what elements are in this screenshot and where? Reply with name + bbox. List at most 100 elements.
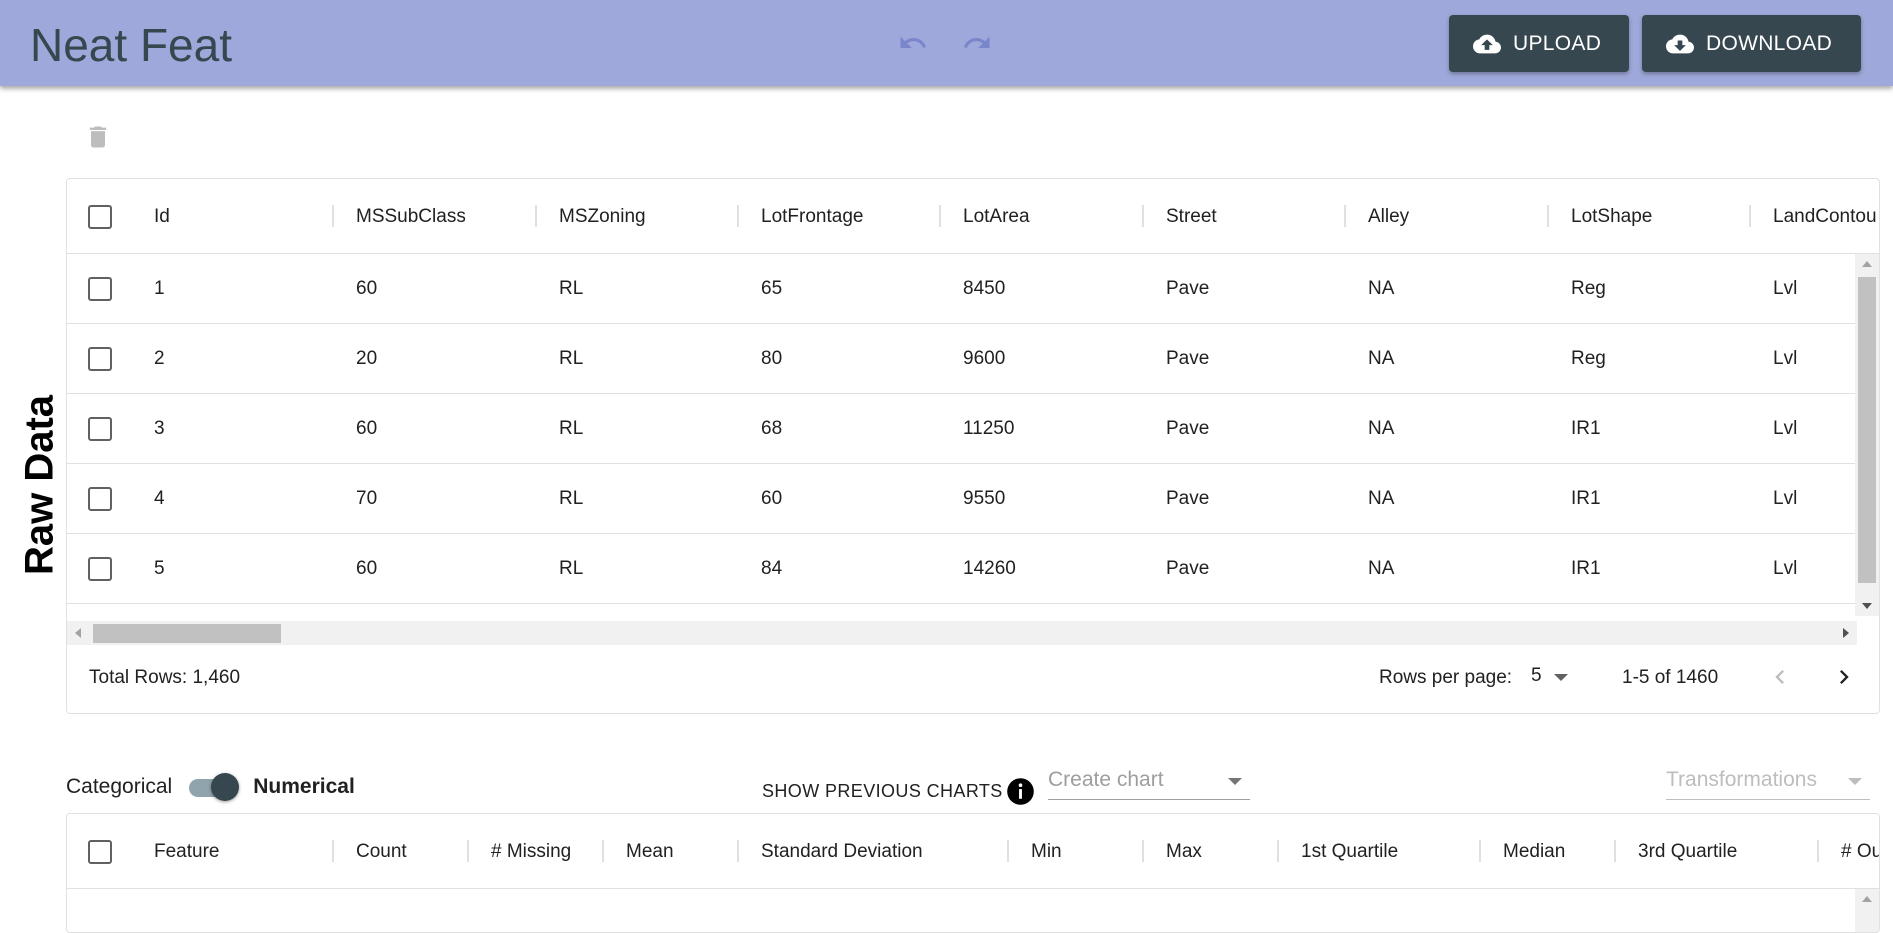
column-separator[interactable]: [1142, 840, 1144, 862]
undo-icon[interactable]: [896, 28, 930, 58]
horizontal-scrollbar[interactable]: [67, 621, 1857, 645]
column-header-alley[interactable]: Alley: [1368, 179, 1409, 254]
column-header-feature[interactable]: Feature: [154, 814, 219, 889]
column-separator[interactable]: [737, 840, 739, 862]
scroll-right-arrow-icon[interactable]: [1843, 628, 1849, 638]
column-separator[interactable]: [332, 840, 334, 862]
cell-mssubclass: 60: [356, 418, 378, 439]
column-header-1st-quartile[interactable]: 1st Quartile: [1301, 814, 1398, 889]
column-header-outliers[interactable]: # Ou: [1841, 814, 1879, 889]
cell-mszoning: RL: [559, 418, 584, 439]
app-title: Neat Feat: [30, 19, 232, 71]
total-rows: Total Rows: 1,460: [89, 667, 241, 688]
column-separator[interactable]: [1007, 840, 1009, 862]
cell-landcontour: Lvl: [1773, 348, 1798, 369]
feature-type-switch[interactable]: [187, 773, 241, 801]
select-all-checkbox[interactable]: [88, 205, 112, 229]
redo-icon[interactable]: [960, 28, 994, 58]
cell-lotshape: IR1: [1571, 488, 1601, 509]
row-checkbox[interactable]: [88, 277, 112, 301]
column-header-max[interactable]: Max: [1166, 814, 1202, 889]
column-separator[interactable]: [467, 840, 469, 862]
scroll-left-arrow-icon[interactable]: [75, 628, 81, 638]
column-header-landcontour[interactable]: LandContou: [1773, 179, 1877, 254]
cell-lotfrontage: 80: [761, 348, 783, 369]
scroll-up-arrow-icon[interactable]: [1862, 261, 1872, 267]
rows-per-page-select[interactable]: 5: [1531, 665, 1568, 687]
caret-down-icon: [1553, 673, 1568, 681]
caret-down-icon: [1848, 778, 1862, 785]
categorical-label: Categorical: [66, 775, 173, 798]
row-checkbox[interactable]: [88, 347, 112, 371]
cloud-download-icon: [1666, 34, 1694, 53]
cell-id: 3: [154, 418, 165, 439]
info-icon[interactable]: [1006, 777, 1035, 806]
column-separator[interactable]: [1479, 840, 1481, 862]
cell-mszoning: RL: [559, 348, 584, 369]
column-header-std-dev[interactable]: Standard Deviation: [761, 814, 923, 889]
column-separator[interactable]: [1344, 205, 1346, 227]
row-checkbox[interactable]: [88, 487, 112, 511]
cell-mssubclass: 60: [356, 278, 378, 299]
column-header-street[interactable]: Street: [1166, 179, 1217, 254]
column-header-lotshape[interactable]: LotShape: [1571, 179, 1652, 254]
column-separator[interactable]: [332, 205, 334, 227]
scroll-down-arrow-icon[interactable]: [1862, 603, 1872, 609]
cell-landcontour: Lvl: [1773, 418, 1798, 439]
vertical-scrollbar[interactable]: [1855, 254, 1879, 616]
vertical-scrollbar[interactable]: [1855, 889, 1879, 932]
column-header-mssubclass[interactable]: MSSubClass: [356, 179, 466, 254]
create-chart-select[interactable]: Create chart: [1048, 764, 1250, 800]
cell-alley: NA: [1368, 558, 1395, 579]
column-separator[interactable]: [1277, 840, 1279, 862]
cell-lotshape: IR1: [1571, 558, 1601, 579]
upload-button[interactable]: UPLOAD: [1449, 15, 1629, 72]
cell-lotshape: Reg: [1571, 278, 1606, 299]
table-row[interactable]: 4 70 RL 60 9550 Pave NA IR1 Lvl: [67, 464, 1857, 534]
table-row[interactable]: 5 60 RL 84 14260 Pave NA IR1 Lvl: [67, 534, 1857, 604]
column-header-id[interactable]: Id: [154, 179, 170, 254]
download-button[interactable]: DOWNLOAD: [1642, 15, 1861, 72]
column-header-3rd-quartile[interactable]: 3rd Quartile: [1638, 814, 1737, 889]
column-header-lotarea[interactable]: LotArea: [963, 179, 1030, 254]
column-separator[interactable]: [1817, 840, 1819, 862]
column-header-median[interactable]: Median: [1503, 814, 1565, 889]
table-row[interactable]: 1 60 RL 65 8450 Pave NA Reg Lvl: [67, 254, 1857, 324]
column-header-mszoning[interactable]: MSZoning: [559, 179, 646, 254]
row-checkbox[interactable]: [88, 557, 112, 581]
trash-icon[interactable]: [84, 122, 112, 152]
table-row[interactable]: 2 20 RL 80 9600 Pave NA Reg Lvl: [67, 324, 1857, 394]
cell-lotarea: 8450: [963, 278, 1006, 299]
cell-landcontour: Lvl: [1773, 278, 1798, 299]
column-header-mean[interactable]: Mean: [626, 814, 674, 889]
cell-lotshape: IR1: [1571, 418, 1601, 439]
column-header-lotfrontage[interactable]: LotFrontage: [761, 179, 863, 254]
column-separator[interactable]: [535, 205, 537, 227]
cell-lotshape: Reg: [1571, 348, 1606, 369]
chevron-left-icon[interactable]: [1766, 663, 1794, 691]
column-separator[interactable]: [1142, 205, 1144, 227]
column-separator[interactable]: [602, 840, 604, 862]
column-separator[interactable]: [1614, 840, 1616, 862]
table-row[interactable]: 3 60 RL 68 11250 Pave NA IR1 Lvl: [67, 394, 1857, 464]
statistics-grid: Feature Count # Missing Mean Standard De…: [66, 813, 1880, 933]
rows-per-page-label: Rows per page:: [1379, 667, 1513, 688]
row-checkbox[interactable]: [88, 417, 112, 441]
cell-mszoning: RL: [559, 278, 584, 299]
column-header-min[interactable]: Min: [1031, 814, 1062, 889]
scroll-up-arrow-icon[interactable]: [1862, 896, 1872, 902]
chevron-right-icon[interactable]: [1830, 663, 1858, 691]
horizontal-scrollbar-thumb[interactable]: [93, 624, 281, 643]
column-separator[interactable]: [939, 205, 941, 227]
select-all-checkbox[interactable]: [88, 840, 112, 864]
column-separator[interactable]: [1749, 205, 1751, 227]
column-separator[interactable]: [1547, 205, 1549, 227]
show-previous-charts-button[interactable]: SHOW PREVIOUS CHARTS: [762, 781, 1003, 802]
transformations-select[interactable]: Transformations: [1666, 764, 1870, 800]
column-header-missing[interactable]: # Missing: [491, 814, 571, 889]
vertical-scrollbar-thumb[interactable]: [1858, 277, 1876, 583]
cell-lotarea: 14260: [963, 558, 1016, 579]
column-separator[interactable]: [737, 205, 739, 227]
column-header-count[interactable]: Count: [356, 814, 407, 889]
cell-mszoning: RL: [559, 488, 584, 509]
